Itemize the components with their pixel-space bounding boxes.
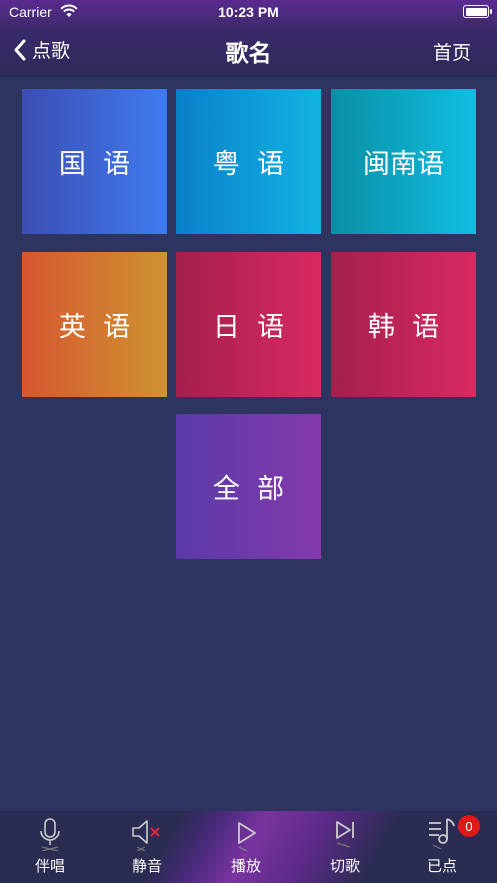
tile-label: 英 语 — [58, 312, 131, 343]
next-song-button[interactable]: 切歌 — [305, 811, 385, 883]
home-button[interactable]: 首页 — [433, 38, 471, 65]
bottom-toolbar: 伴唱 静音 播放 切歌 已点 0 — [0, 811, 497, 883]
accompany-button[interactable]: 伴唱 — [10, 811, 90, 883]
top-bar: Carrier 10:23 PM 点歌 歌名 首页 — [0, 0, 497, 77]
queued-songs-label: 已点 — [426, 857, 457, 875]
next-track-icon — [336, 821, 354, 848]
play-button[interactable]: 播放 — [206, 811, 286, 883]
tile-mandarin[interactable]: 国 语 — [22, 89, 167, 234]
queued-songs-button[interactable]: 已点 0 — [402, 811, 482, 883]
accompany-label: 伴唱 — [34, 857, 65, 875]
tile-japanese[interactable]: 日 语 — [176, 252, 321, 397]
tile-label: 全 部 — [212, 474, 285, 505]
queue-count-badge: 0 — [458, 815, 480, 837]
tile-cantonese[interactable]: 粤 语 — [176, 89, 321, 234]
nav-bar: 点歌 歌名 首页 — [0, 28, 497, 72]
tile-hokkien[interactable]: 闽南语 — [331, 89, 476, 234]
play-label: 播放 — [230, 857, 261, 875]
tile-label: 日 语 — [212, 312, 285, 343]
mute-label: 静音 — [131, 857, 162, 875]
battery-icon — [463, 5, 492, 18]
mute-button[interactable]: 静音 — [107, 811, 187, 883]
tile-label: 韩 语 — [367, 312, 440, 343]
page-title: 歌名 — [225, 41, 272, 67]
tile-english[interactable]: 英 语 — [22, 252, 167, 397]
play-icon — [238, 822, 256, 851]
status-bar: Carrier 10:23 PM — [0, 0, 497, 24]
tile-all[interactable]: 全 部 — [176, 414, 321, 559]
tile-label: 闽南语 — [363, 149, 444, 180]
microphone-icon — [40, 818, 60, 851]
tile-label: 粤 语 — [212, 149, 285, 180]
next-song-label: 切歌 — [329, 857, 360, 875]
tile-korean[interactable]: 韩 语 — [331, 252, 476, 397]
mute-icon — [132, 820, 160, 851]
playlist-icon — [429, 818, 455, 850]
tile-label: 国 语 — [58, 149, 131, 180]
status-time: 10:23 PM — [218, 4, 279, 20]
